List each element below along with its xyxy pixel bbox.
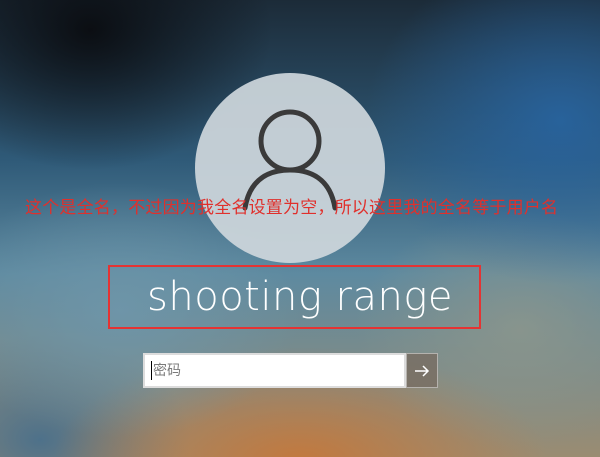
user-display-name: shooting range bbox=[147, 274, 453, 320]
user-silhouette-icon bbox=[242, 109, 338, 211]
text-caret bbox=[151, 361, 152, 380]
password-group bbox=[143, 353, 438, 388]
password-input[interactable] bbox=[143, 353, 406, 388]
user-avatar bbox=[195, 73, 385, 263]
submit-button[interactable] bbox=[406, 353, 438, 388]
arrow-right-icon bbox=[415, 364, 430, 377]
annotation-text: 这个是全名，不过因为我全名设置为空，所以这里我的全名等于用户名 bbox=[25, 198, 559, 218]
